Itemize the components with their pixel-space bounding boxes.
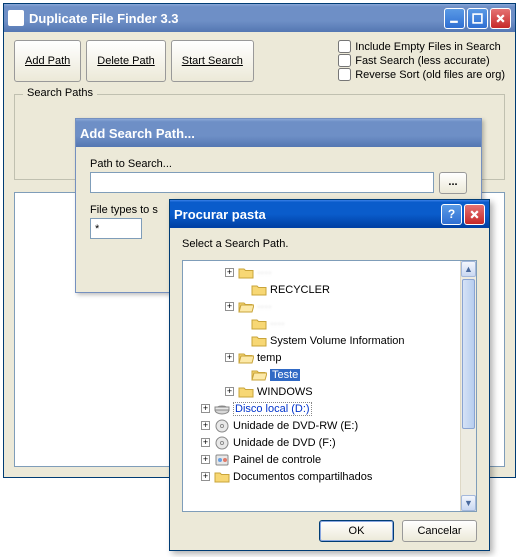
include-empty-checkbox[interactable] <box>338 40 351 53</box>
folder-open-icon <box>251 368 267 382</box>
main-titlebar[interactable]: Duplicate File Finder 3.3 <box>4 4 515 32</box>
start-search-button[interactable]: Start Search <box>171 40 254 82</box>
tree-node[interactable]: + Painel de controle <box>183 451 460 468</box>
tree-node-label: Unidade de DVD-RW (E:) <box>233 420 358 432</box>
expand-icon[interactable]: + <box>225 353 234 362</box>
tree-node[interactable]: + Documentos compartilhados <box>183 468 460 485</box>
tree-node[interactable]: ···· <box>183 315 460 332</box>
main-title: Duplicate File Finder 3.3 <box>29 11 179 26</box>
addpath-titlebar[interactable]: Add Search Path... <box>76 119 481 147</box>
folder-icon <box>238 266 254 280</box>
tree-node[interactable]: Teste <box>183 366 460 383</box>
folder-tree[interactable]: + ···· RECYCLER + ···· ···· System Volume Info… <box>182 260 477 512</box>
include-empty-check[interactable]: Include Empty Files in Search <box>338 40 505 53</box>
expand-icon[interactable]: + <box>225 302 234 311</box>
browse-folder-dialog: Procurar pasta ? Select a Search Path. +… <box>169 199 490 551</box>
cd-icon <box>214 419 230 433</box>
folder-open-icon <box>238 300 254 314</box>
expand-icon[interactable]: + <box>201 472 210 481</box>
tree-node-label: RECYCLER <box>270 284 330 296</box>
add-path-button[interactable]: Add Path <box>14 40 81 82</box>
folder-icon <box>251 334 267 348</box>
tree-node-label: Teste <box>270 369 300 381</box>
tree-node-label: ···· <box>257 301 272 313</box>
browse-titlebar[interactable]: Procurar pasta ? <box>170 200 489 228</box>
browse-instruction: Select a Search Path. <box>182 238 477 250</box>
tree-spacer <box>238 319 247 328</box>
filetypes-input[interactable] <box>90 218 142 239</box>
folder-icon <box>238 385 254 399</box>
control-icon <box>214 453 230 467</box>
minimize-button[interactable] <box>444 8 465 29</box>
tree-node[interactable]: System Volume Information <box>183 332 460 349</box>
tree-spacer <box>238 336 247 345</box>
tree-node[interactable]: + ···· <box>183 298 460 315</box>
browse-close-button[interactable] <box>464 204 485 225</box>
cd-icon <box>214 436 230 450</box>
expand-icon[interactable]: + <box>201 421 210 430</box>
help-button[interactable]: ? <box>441 204 462 225</box>
expand-icon[interactable]: + <box>201 404 210 413</box>
tree-node-label: ···· <box>270 318 285 330</box>
fast-search-checkbox[interactable] <box>338 54 351 67</box>
addpath-title: Add Search Path... <box>80 126 195 141</box>
tree-node[interactable]: RECYCLER <box>183 281 460 298</box>
folder-icon <box>251 283 267 297</box>
maximize-button[interactable] <box>467 8 488 29</box>
tree-node[interactable]: + Unidade de DVD (F:) <box>183 434 460 451</box>
folder-open-icon <box>238 351 254 365</box>
expand-icon[interactable]: + <box>201 455 210 464</box>
fast-search-check[interactable]: Fast Search (less accurate) <box>338 54 505 67</box>
folder-icon <box>251 317 267 331</box>
path-input[interactable] <box>90 172 434 193</box>
reverse-sort-checkbox[interactable] <box>338 68 351 81</box>
tree-scrollbar[interactable]: ▲ ▼ <box>460 261 476 511</box>
tree-node-label: WINDOWS <box>257 386 313 398</box>
app-icon <box>8 10 24 26</box>
tree-node-label: Unidade de DVD (F:) <box>233 437 336 449</box>
search-paths-label: Search Paths <box>23 87 97 99</box>
tree-node[interactable]: + WINDOWS <box>183 383 460 400</box>
tree-node[interactable]: + temp <box>183 349 460 366</box>
ok-button[interactable]: OK <box>319 520 394 542</box>
expand-icon[interactable]: + <box>201 438 210 447</box>
reverse-sort-check[interactable]: Reverse Sort (old files are org) <box>338 68 505 81</box>
options-group: Include Empty Files in Search Fast Searc… <box>338 40 505 82</box>
drive-icon <box>214 402 230 416</box>
tree-node-label: System Volume Information <box>270 335 405 347</box>
expand-icon[interactable]: + <box>225 268 234 277</box>
scroll-down-icon[interactable]: ▼ <box>461 495 476 511</box>
tree-node[interactable]: + Unidade de DVD-RW (E:) <box>183 417 460 434</box>
browse-title: Procurar pasta <box>174 207 266 222</box>
tree-node-label: Painel de controle <box>233 454 321 466</box>
path-label: Path to Search... <box>90 158 467 170</box>
folder-icon <box>214 470 230 484</box>
cancel-button[interactable]: Cancelar <box>402 520 477 542</box>
scroll-thumb[interactable] <box>462 279 475 429</box>
tree-node-label: temp <box>257 352 281 364</box>
scroll-up-icon[interactable]: ▲ <box>461 261 476 277</box>
delete-path-button[interactable]: Delete Path <box>86 40 165 82</box>
browse-button[interactable]: ... <box>439 172 467 194</box>
tree-node-label: Documentos compartilhados <box>233 471 372 483</box>
expand-icon[interactable]: + <box>225 387 234 396</box>
tree-node[interactable]: + Disco local (D:) <box>183 400 460 417</box>
close-button[interactable] <box>490 8 511 29</box>
tree-node-label: Disco local (D:) <box>233 402 312 416</box>
tree-node-label: ···· <box>257 267 272 279</box>
tree-spacer <box>238 285 247 294</box>
tree-spacer <box>238 370 247 379</box>
tree-node[interactable]: + ···· <box>183 264 460 281</box>
